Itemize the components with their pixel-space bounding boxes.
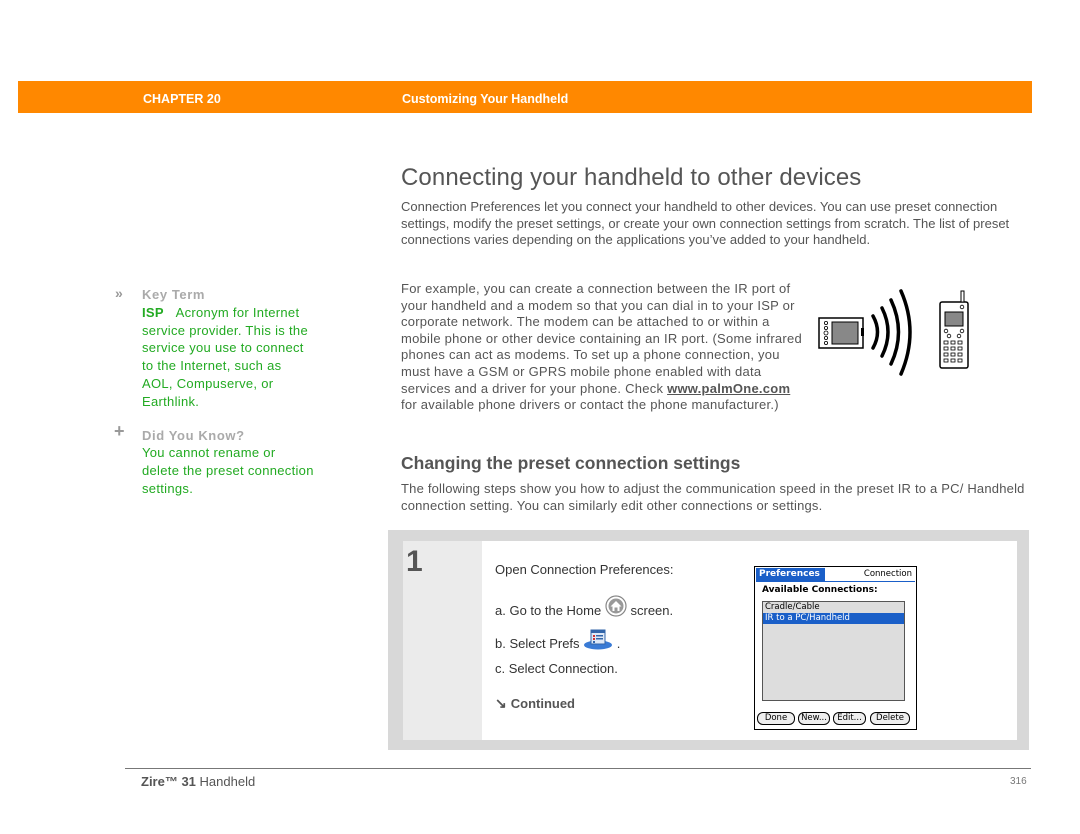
done-button[interactable]: Done: [757, 712, 795, 725]
sidebar: » Key Term ISP Acronym for Internet serv…: [114, 285, 315, 498]
prefs-icon: [584, 629, 613, 650]
edit-button[interactable]: Edit...: [833, 712, 866, 725]
step-intro: Open Connection Preferences:: [495, 562, 674, 577]
key-term-heading: » Key Term: [115, 285, 206, 302]
available-connections-label: Available Connections:: [762, 585, 878, 595]
step-number-column: 1: [403, 541, 482, 740]
example-paragraph: For example, you can create a connection…: [401, 281, 802, 413]
step-number: 1: [406, 545, 423, 578]
preferences-tab[interactable]: Preferences: [756, 568, 825, 581]
new-button[interactable]: New...: [798, 712, 830, 725]
button-row: Done New... Edit... Delete: [757, 712, 915, 726]
step-c: c. Select Connection.: [495, 661, 618, 676]
connection-preferences-screenshot: Preferences Connection Available Connect…: [754, 566, 917, 730]
page-number: 316: [1010, 776, 1027, 787]
key-term-body: ISP Acronym for Internet service provide…: [115, 304, 315, 411]
list-item-cradle-cable[interactable]: Cradle/Cable: [763, 602, 904, 613]
footer-product: Zire™ 31 Handheld: [141, 774, 256, 789]
connections-list: Cradle/Cable IR to a PC/Handheld: [762, 601, 905, 701]
plus-icon: +: [114, 420, 126, 441]
step-a: a. Go to the Home screen.: [495, 595, 673, 618]
panel-name[interactable]: Connection: [864, 568, 912, 581]
home-icon: [605, 595, 627, 617]
continued-indicator: ↘ Continued: [495, 695, 575, 711]
handheld-device-icon: [818, 317, 864, 349]
mobile-phone-icon: [939, 290, 969, 369]
footer-divider: [125, 768, 1031, 769]
intro-paragraph: Connection Preferences let you connect y…: [401, 199, 1010, 248]
chapter-title: Customizing Your Handheld: [402, 92, 569, 106]
chapter-header-bar: CHAPTER 20 Customizing Your Handheld: [18, 81, 1032, 113]
arrow-down-right-icon: ↘: [495, 695, 507, 711]
key-term-definition: Acronym for Internet service provider. T…: [142, 304, 308, 409]
did-you-know-body: You cannot rename or delete the preset c…: [142, 445, 314, 496]
handheld-ir-to-phone-illustration: [818, 289, 969, 376]
page-title: Connecting your handheld to other device…: [401, 164, 862, 191]
double-chevron-icon: »: [115, 285, 124, 301]
list-item-ir-to-pc-handheld[interactable]: IR to a PC/Handheld: [763, 613, 904, 624]
key-term-term: ISP: [142, 304, 164, 320]
did-you-know-heading: + Did You Know?: [114, 420, 245, 443]
step-b: b. Select Prefs .: [495, 628, 620, 651]
step-content: 1 Open Connection Preferences: a. Go to …: [403, 541, 1017, 740]
section-heading: Changing the preset connection settings: [401, 453, 741, 473]
delete-button[interactable]: Delete: [870, 712, 910, 725]
palmone-link[interactable]: www.palmOne.com: [667, 381, 790, 396]
ir-signal-waves-icon: [871, 289, 912, 376]
section-paragraph: The following steps show you how to adju…: [401, 481, 1025, 513]
step-box: 1 Open Connection Preferences: a. Go to …: [388, 530, 1029, 750]
chapter-number: CHAPTER 20: [143, 92, 221, 106]
